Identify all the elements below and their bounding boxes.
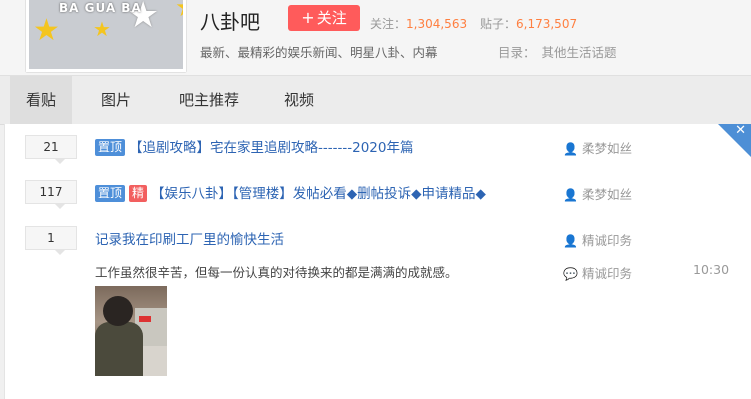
last-reply-name[interactable]: 精诚印务	[582, 266, 632, 281]
thread-title-line: 置顶精【娱乐八卦】【管理楼】发帖必看◆删帖投诉◆申请精品◆	[95, 182, 486, 202]
pinned-badge: 置顶	[95, 185, 126, 202]
logo-text: BA GUA BA	[59, 1, 142, 15]
user-icon: 👤	[563, 142, 578, 156]
pinned-badge: 置顶	[95, 139, 126, 156]
thread-author[interactable]: 👤 精诚印务	[563, 230, 632, 249]
posts-label: 贴子：	[480, 17, 517, 31]
follow-button[interactable]: + 关注	[288, 5, 360, 31]
directory-label: 目录：	[498, 45, 536, 60]
tab-posts[interactable]: 看贴	[10, 76, 72, 124]
user-icon: 👤	[563, 234, 578, 248]
follow-label: 关注	[316, 9, 347, 27]
forum-directory: 目录： 其他生活话题	[498, 42, 617, 61]
thread-thumbnail[interactable]	[95, 286, 167, 376]
author-name[interactable]: 精诚印务	[582, 233, 632, 248]
author-name[interactable]: 柔梦如丝	[582, 187, 632, 202]
thumb-shape	[103, 296, 133, 326]
star-icon: ★	[93, 17, 111, 41]
forum-name[interactable]: 八卦吧	[200, 6, 260, 35]
thread-list: ✕ 21 置顶 【追剧攻略】宅在家里追剧攻略-------2020年篇 👤 柔梦如丝…	[4, 123, 751, 399]
user-icon: 👤	[563, 188, 578, 202]
posts-count: 6,173,507	[516, 17, 578, 31]
reply-count: 1	[25, 226, 77, 255]
thread-title[interactable]: 【娱乐八卦】【管理楼】发帖必看◆删帖投诉◆申请精品◆	[151, 186, 486, 202]
tab-recommended[interactable]: 吧主推荐	[164, 76, 254, 124]
last-reply-user[interactable]: 💬 精诚印务	[563, 263, 632, 282]
posts-stat: 贴子：6,173,507	[480, 15, 577, 32]
thread-author[interactable]: 👤 柔梦如丝	[563, 138, 632, 157]
followers-stat: 关注：1,304,563	[370, 15, 467, 32]
thumb-shape	[139, 316, 151, 322]
comment-icon: 💬	[563, 267, 578, 281]
forum-logo[interactable]: ★ ★ ★ ★ BA GUA BA	[26, 0, 186, 72]
tab-bar: 看贴 图片 吧主推荐 视频	[0, 75, 751, 125]
star-icon: ★	[175, 0, 183, 23]
featured-badge: 精	[129, 185, 148, 202]
followers-count: 1,304,563	[406, 17, 468, 31]
author-name[interactable]: 柔梦如丝	[582, 141, 632, 156]
close-icon[interactable]: ✕	[735, 123, 746, 138]
tab-images[interactable]: 图片	[86, 76, 146, 124]
star-icon: ★	[33, 13, 60, 48]
plus-icon: +	[301, 8, 315, 27]
thread-title-line: 记录我在印刷工厂里的愉快生活	[95, 228, 284, 248]
tab-videos[interactable]: 视频	[268, 76, 330, 124]
followers-label: 关注：	[370, 17, 407, 31]
thread-author[interactable]: 👤 柔梦如丝	[563, 184, 632, 203]
thumb-shape	[95, 322, 143, 376]
thread-title-line: 置顶 【追剧攻略】宅在家里追剧攻略-------2020年篇	[95, 136, 413, 156]
reply-count: 117	[25, 180, 77, 209]
forum-description: 最新、最精彩的娱乐新闻、明星八卦、内幕	[200, 45, 438, 60]
thread-title[interactable]: 记录我在印刷工厂里的愉快生活	[95, 232, 284, 248]
last-reply-time: 10:30	[693, 262, 730, 277]
directory-link[interactable]: 其他生活话题	[542, 45, 617, 60]
thread-abstract: 工作虽然很辛苦，但每一份认真的对待换来的都是满满的成就感。	[95, 265, 458, 280]
forum-header: ★ ★ ★ ★ BA GUA BA 八卦吧 +关注 关注：1,304,563 贴…	[0, 0, 751, 75]
reply-count: 21	[25, 135, 77, 164]
thread-title[interactable]: 【追剧攻略】宅在家里追剧攻略-------2020年篇	[129, 140, 413, 156]
